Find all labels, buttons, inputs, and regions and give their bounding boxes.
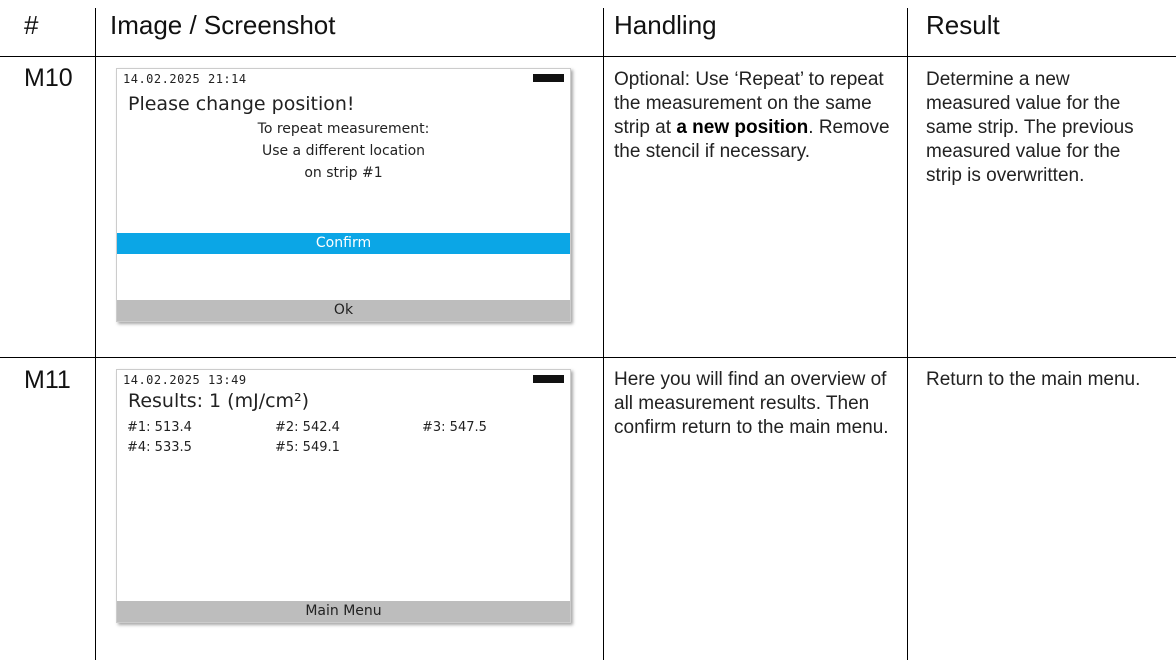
message-line: on strip #1 (304, 165, 383, 181)
row-id: M10 (24, 64, 73, 92)
confirm-menu-item[interactable]: Confirm (117, 233, 570, 254)
screen-title: Results: 1 (mJ/cm²) (128, 390, 310, 412)
col-divider-1 (95, 8, 96, 660)
ok-softkey[interactable]: Ok (117, 300, 570, 321)
header-number: # (24, 10, 39, 40)
result-value: #3: 547.5 (422, 420, 487, 435)
col-divider-2 (603, 8, 604, 660)
handling-emphasis: a new position (676, 117, 809, 138)
result-value: #5: 549.1 (275, 440, 340, 455)
datetime: 14.02.2025 13:49 (123, 373, 247, 387)
header-rule (0, 56, 1176, 57)
header-image: Image / Screenshot (110, 10, 336, 40)
datetime: 14.02.2025 21:14 (123, 72, 247, 86)
header-result: Result (926, 10, 1000, 40)
battery-icon (533, 74, 564, 82)
message-line: Use a different location (261, 143, 426, 159)
main-menu-softkey[interactable]: Main Menu (117, 601, 570, 622)
battery-icon (533, 375, 564, 383)
header-handling: Handling (614, 10, 717, 40)
row-rule (0, 357, 1176, 358)
device-screen-m10: 14.02.2025 21:14 Please change position!… (116, 68, 571, 322)
result-text: Determine a new measured value for the s… (926, 69, 1134, 186)
result-value: #2: 542.4 (275, 420, 340, 435)
result-text: Return to the main menu. (926, 369, 1141, 390)
col-divider-3 (907, 8, 908, 660)
row-id: M11 (24, 366, 71, 394)
handling-text: Here you will find an overview of all me… (614, 369, 889, 438)
handling-text: Optional: Use ‘Repeat’ to repeat the mea… (614, 68, 899, 164)
screen-title: Please change position! (128, 93, 355, 115)
result-value: #4: 533.5 (127, 440, 192, 455)
result-value: #1: 513.4 (127, 420, 192, 435)
device-screen-m11: 14.02.2025 13:49 Results: 1 (mJ/cm²) #1:… (116, 369, 571, 623)
message-line: To repeat measurement: (257, 121, 430, 137)
